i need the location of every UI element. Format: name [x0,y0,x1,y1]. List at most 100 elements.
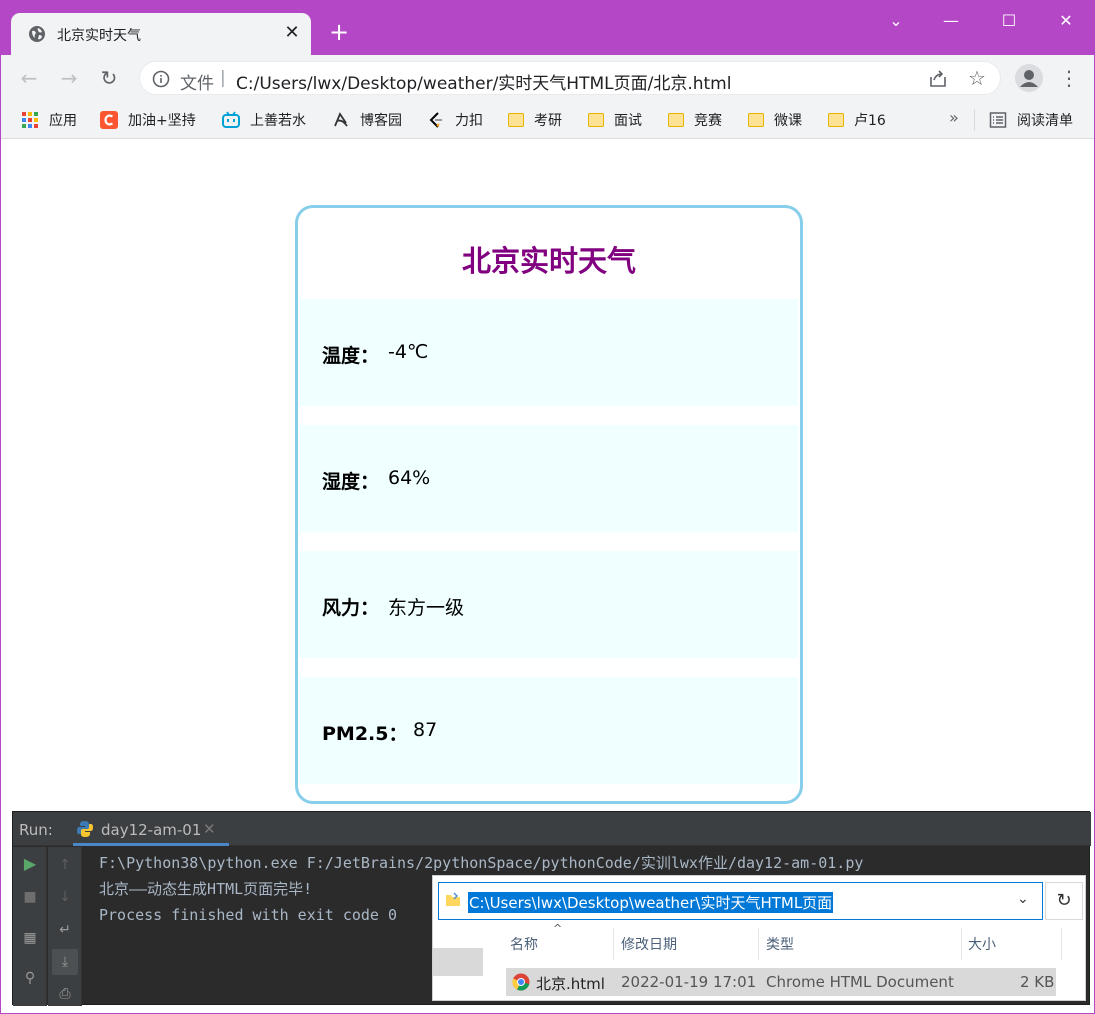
file-name[interactable]: 北京.html [536,973,605,994]
explorer-address-bar[interactable]: C:\Users\lwx\Desktop\weather\实时天气HTML页面 … [438,882,1043,920]
weather-card: 北京实时天气 温度： -4℃ 湿度： 64% 风力： 东方一级 PM2.5： 8… [295,205,803,804]
bookmark-folder-mianshi[interactable]: 面试 [588,110,642,130]
url-separator: | [220,68,226,88]
bilibili-icon [222,111,240,128]
column-header-modified[interactable]: 修改日期 [621,934,677,954]
share-icon[interactable] [928,69,948,89]
column-header-size[interactable]: 大小 [968,934,996,954]
reload-button[interactable]: ↻ [94,63,124,93]
minimize-button[interactable]: — [928,7,974,35]
run-toolbar-left: ▶ ■ ▦ ⚲ [13,847,47,1006]
close-window-button[interactable]: ✕ [1043,7,1089,35]
bookmark-folder-jingsai[interactable]: 竞赛 [668,110,722,130]
column-divider[interactable] [961,928,962,960]
file-row[interactable]: 北京.html 2022-01-19 17:01 Chrome HTML Doc… [506,968,1056,996]
folder-icon [668,113,684,127]
folder-icon [446,892,460,906]
chevron-down-icon[interactable]: ⌄ [1017,891,1029,907]
explorer-nav-pane [433,948,483,976]
humidity-value: 64% [388,467,431,489]
file-modified: 2022-01-19 17:01 [621,973,757,991]
chrome-icon [512,973,530,991]
file-type: Chrome HTML Document [766,973,954,991]
bookmark-cnblogs[interactable]: 博客园 [332,110,402,130]
bookmark-label: 考研 [534,113,562,129]
soft-wrap-icon[interactable]: ↵ [54,919,76,941]
bookmarks-bar: 应用 加油+坚持 上善若水 博客园 力扣 考研 面试 竞赛 微课 卢16 » 阅… [1,101,1094,139]
column-divider[interactable] [758,928,759,960]
bookmark-leetcode[interactable]: 力扣 [427,110,483,130]
column-divider[interactable] [1061,928,1062,960]
forward-button[interactable]: → [54,63,84,93]
layout-icon[interactable]: ▦ [19,927,41,949]
print-icon[interactable]: ⎙ [54,983,76,1005]
bookmark-label: 博客园 [360,113,402,129]
tab-search-button[interactable]: ⌄ [873,7,919,35]
pin-icon[interactable]: ⚲ [19,967,41,989]
folder-icon [508,113,524,127]
run-tab-close-button[interactable]: ✕ [203,820,216,838]
apps-grid-icon [22,112,38,128]
maximize-button[interactable]: ☐ [986,7,1032,35]
bookmark-folder-lu16[interactable]: 卢16 [828,110,886,130]
rerun-button[interactable]: ▶ [19,853,41,875]
bookmark-apps[interactable]: 应用 [21,110,77,130]
bookmark-bilibili[interactable]: 上善若水 [222,110,306,130]
bookmark-label: 力扣 [455,113,483,129]
url-scheme-label: 文件 [180,74,214,94]
folder-icon [828,113,844,127]
column-divider[interactable] [613,928,614,960]
bookmarks-divider [974,109,975,131]
profile-avatar[interactable] [1015,64,1043,92]
browser-menu-button[interactable]: ⋮ [1059,64,1079,92]
bookmark-star-icon[interactable]: ☆ [968,66,986,90]
run-config-label: day12-am-01 [101,821,202,839]
bookmark-label: 面试 [614,113,642,129]
bookmark-label: 应用 [49,113,77,129]
column-header-type[interactable]: 类型 [766,934,794,954]
bookmark-folder-kaoyan[interactable]: 考研 [508,110,562,130]
browser-window: 北京实时天气 ✕ + ⌄ — ☐ ✕ ← → ↻ 文件 | C:/Users/l… [0,0,1095,1014]
explorer-path-text[interactable]: C:\Users\lwx\Desktop\weather\实时天气HTML页面 [468,892,834,913]
leetcode-icon [429,112,442,128]
file-explorer-window: C:\Users\lwx\Desktop\weather\实时天气HTML页面 … [432,875,1086,1001]
file-size: 2 KB [1020,973,1055,991]
bookmark-csdn[interactable]: 加油+坚持 [100,110,196,130]
person-icon [1020,70,1038,87]
python-icon [77,821,93,837]
bookmarks-overflow-button[interactable]: » [949,108,959,127]
csdn-icon [100,111,118,129]
folder-icon [748,113,764,127]
back-button[interactable]: ← [14,63,44,93]
refresh-button[interactable]: ↻ [1045,882,1083,920]
new-tab-button[interactable]: + [325,18,353,46]
address-bar[interactable]: 文件 | C:/Users/lwx/Desktop/weather/实时天气HT… [139,61,1001,95]
run-config-tab[interactable]: day12-am-01 ✕ [73,812,229,846]
tab-title: 北京实时天气 [57,28,141,44]
bookmark-label: 竞赛 [694,113,722,129]
info-icon[interactable] [152,70,170,88]
bookmark-folder-weike[interactable]: 微课 [748,110,802,130]
reading-list-icon [989,112,1007,128]
reading-list-button[interactable]: 阅读清单 [989,110,1073,130]
bookmark-label: 上善若水 [250,113,306,129]
bookmark-label: 微课 [774,113,802,129]
column-header-name[interactable]: 名称 [510,934,538,954]
stop-button[interactable]: ■ [19,886,41,908]
tab-close-button[interactable]: ✕ [281,22,303,44]
pm25-label: PM2.5： [322,723,408,745]
browser-tab[interactable]: 北京实时天气 ✕ [11,13,311,55]
scroll-to-end-icon[interactable]: ⤓ [52,949,78,975]
bookmark-label: 卢16 [854,113,886,129]
scroll-up-icon[interactable]: ↑ [54,854,76,876]
scroll-down-icon[interactable]: ↓ [54,886,76,908]
sort-ascending-icon: ^ [553,922,563,935]
humidity-label: 湿度： [322,471,380,493]
temperature-label: 温度： [322,345,380,367]
title-bar: 北京实时天气 ✕ + ⌄ — ☐ ✕ [1,1,1094,55]
wind-label: 风力： [322,597,380,619]
weather-row-temperature: 温度： -4℃ [300,299,798,406]
run-label: Run: [19,821,53,839]
url-text[interactable]: C:/Users/lwx/Desktop/weather/实时天气HTML页面/… [236,69,731,94]
run-toolbar-right: ↑ ↓ ↵ ⤓ ⎙ [48,847,82,1006]
